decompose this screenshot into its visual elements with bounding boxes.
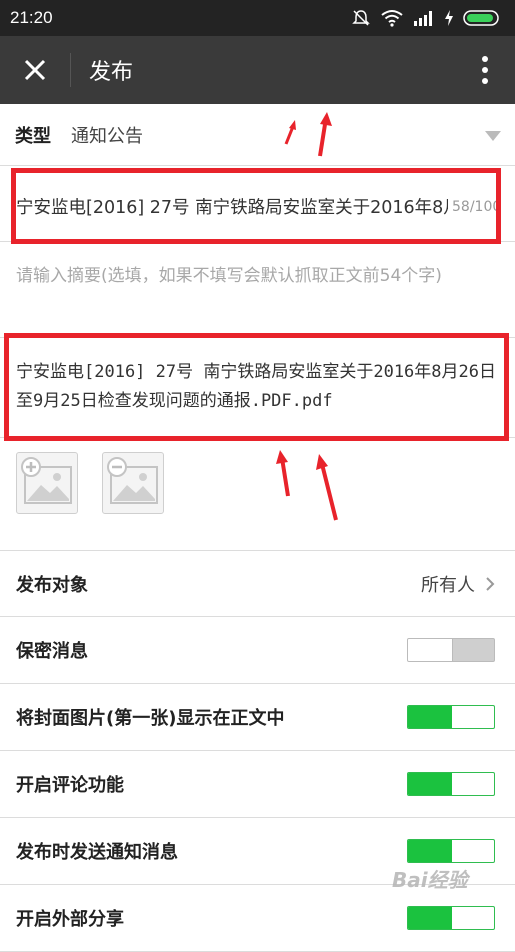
- send-notification-label: 发布时发送通知消息: [16, 842, 178, 863]
- confidential-message-toggle[interactable]: [407, 638, 495, 662]
- remove-image-button[interactable]: [102, 452, 164, 514]
- send-notification-toggle[interactable]: [407, 839, 495, 863]
- type-selector[interactable]: 类型 通知公告: [0, 104, 515, 166]
- status-bar: 21:20: [0, 0, 515, 36]
- enable-comments-row: 开启评论功能: [0, 751, 515, 818]
- dropdown-triangle-icon: [485, 131, 501, 141]
- toggle-fill: [408, 773, 452, 795]
- more-vertical-icon: [482, 56, 488, 84]
- status-time: 21:20: [10, 8, 53, 27]
- confidential-message-row: 保密消息: [0, 617, 515, 684]
- attachment-file-name: 宁安监电[2016] 27号 南宁铁路局安监室关于2016年8月26日至9月25…: [16, 362, 496, 411]
- summary-input[interactable]: 请输入摘要(选填，如果不填写会默认抓取正文前54个字): [0, 242, 515, 338]
- type-value: 通知公告: [71, 125, 143, 147]
- page-title: 发布: [89, 60, 134, 85]
- toggle-fill: [408, 706, 452, 728]
- toggle-fill: [408, 907, 452, 929]
- type-label: 类型: [15, 125, 51, 147]
- external-share-row: 开启外部分享: [0, 885, 515, 952]
- remove-image-icon: [107, 457, 158, 504]
- publish-target-label: 发布对象: [16, 574, 88, 596]
- wifi-icon: [381, 10, 403, 27]
- publish-target-row[interactable]: 发布对象 所有人: [0, 550, 515, 617]
- enable-comments-label: 开启评论功能: [16, 775, 124, 796]
- confidential-message-label: 保密消息: [16, 641, 88, 662]
- signal-icon: [414, 11, 432, 26]
- image-actions: [0, 438, 515, 550]
- status-icons: [351, 8, 501, 28]
- external-share-toggle[interactable]: [407, 906, 495, 930]
- title-char-counter: 58/100: [452, 199, 502, 215]
- show-cover-toggle[interactable]: [407, 705, 495, 729]
- add-image-button[interactable]: [16, 452, 78, 514]
- enable-comments-toggle[interactable]: [407, 772, 495, 796]
- watermark: Bai经验: [392, 868, 468, 892]
- chevron-right-icon: [486, 576, 495, 591]
- mute-bell-icon: [352, 10, 370, 26]
- app-bar-divider: [70, 53, 71, 87]
- show-cover-row: 将封面图片(第一张)显示在正文中: [0, 684, 515, 751]
- battery-icon: [463, 10, 499, 26]
- publish-target-value: 所有人: [421, 574, 475, 596]
- more-options-button[interactable]: [455, 36, 515, 104]
- app-bar: 发布: [0, 36, 515, 104]
- attachment-file[interactable]: 宁安监电[2016] 27号 南宁铁路局安监室关于2016年8月26日至9月25…: [0, 338, 515, 438]
- external-share-label: 开启外部分享: [16, 909, 124, 930]
- show-cover-label: 将封面图片(第一张)显示在正文中: [16, 708, 285, 729]
- charging-icon: [445, 10, 453, 26]
- toggle-knob: [408, 639, 453, 661]
- close-icon: [24, 59, 46, 81]
- add-image-icon: [21, 457, 72, 504]
- title-input-value: 宁安监电[2016] 27号 南宁铁路局安监室关于2016年8月26日至9月25…: [16, 198, 448, 218]
- close-button[interactable]: [0, 36, 70, 104]
- summary-placeholder: 请输入摘要(选填，如果不填写会默认抓取正文前54个字): [16, 266, 442, 286]
- toggle-fill: [408, 840, 452, 862]
- title-input[interactable]: 宁安监电[2016] 27号 南宁铁路局安监室关于2016年8月26日至9月25…: [0, 166, 515, 242]
